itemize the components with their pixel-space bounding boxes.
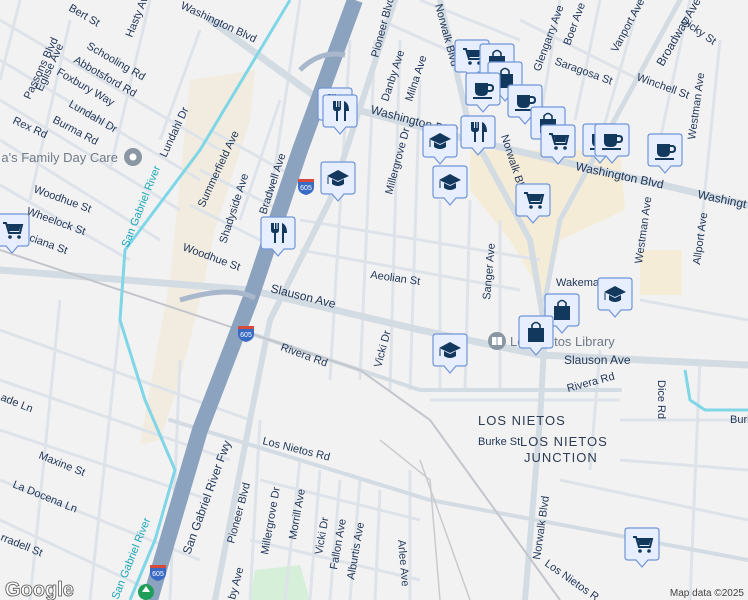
street-label: Millergrove Dr	[259, 486, 283, 556]
street-label: Burl	[730, 414, 748, 426]
place-label-junction: JUNCTION	[524, 450, 598, 465]
i605-shield: 605	[298, 179, 314, 195]
map-attribution[interactable]: Map data ©2025	[670, 588, 745, 599]
street-label: Milna Ave	[403, 54, 429, 103]
street-label: Wakema	[556, 277, 600, 289]
marker-dining[interactable]	[460, 115, 496, 156]
street-label: Allport Ave	[691, 212, 710, 266]
marker-shopping-cart[interactable]	[624, 527, 660, 568]
canal	[683, 369, 748, 412]
marker-school[interactable]	[432, 333, 468, 374]
marker-shopping-cart[interactable]	[0, 213, 30, 254]
marker-coffee[interactable]	[647, 133, 683, 174]
street-label: Washington Blvd	[179, 0, 259, 45]
marker-school[interactable]	[432, 165, 468, 206]
svg-text:605: 605	[240, 332, 252, 339]
svg-text:605: 605	[152, 571, 164, 578]
place-label-los-nietos: LOS NIETOS	[478, 413, 566, 428]
marker-school[interactable]	[422, 124, 458, 165]
street-label: Pioneer Blvd	[369, 0, 397, 59]
street-label: by Ave	[226, 566, 246, 600]
slauson-ave-road	[0, 266, 748, 369]
street-label: Slauson Ave	[564, 353, 631, 367]
railroad	[379, 439, 471, 600]
poi-label[interactable]: a's Family Day Care	[1, 150, 118, 165]
place-label-junction: LOS NIETOS	[520, 434, 608, 449]
minor-roads	[0, 0, 748, 600]
street-label: La Docena Ln	[11, 479, 79, 516]
street-label: Rivera Rd	[279, 342, 329, 370]
park-tree-icon	[138, 584, 154, 600]
street-label: Alburtis Ave	[345, 521, 367, 580]
street-label: ade Ln	[0, 392, 35, 416]
street-label: Burke St	[478, 436, 520, 448]
street-label: Bert St	[67, 2, 102, 29]
street-label: Millergrove Dr	[383, 126, 412, 196]
google-logo: Google	[5, 579, 74, 600]
park-area	[250, 565, 310, 600]
street-label: Los Nietos R	[542, 558, 601, 600]
marker-school[interactable]	[597, 277, 633, 318]
map-canvas[interactable]: 605 605 605 Passons Blvd Eglise Ave Bert…	[0, 0, 748, 600]
street-label: Dice Rd	[655, 380, 667, 419]
svg-text:605: 605	[300, 185, 312, 192]
marker-coffee[interactable]	[465, 72, 501, 113]
street-label: Westman Ave	[686, 72, 707, 140]
street-label: Winchell St	[635, 72, 691, 102]
commercial-area	[640, 250, 682, 295]
street-label: Morrill Ave	[287, 488, 308, 540]
street-label: Danby Ave	[379, 49, 407, 103]
poi-day-care[interactable]: a's Family Day Care	[1, 148, 142, 166]
marker-school[interactable]	[320, 161, 356, 202]
